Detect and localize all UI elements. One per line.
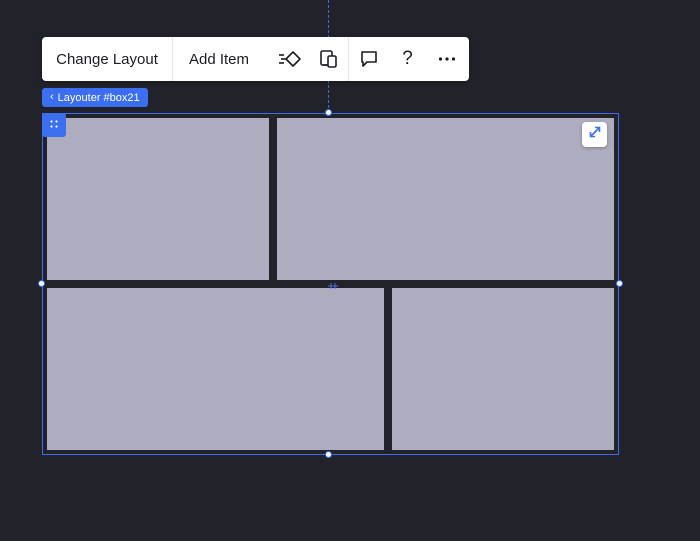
drag-handle[interactable] [42,113,66,137]
floating-toolbar: Change Layout Add Item ? [42,37,469,81]
comment-button[interactable] [349,37,388,81]
layouter-cell[interactable] [277,118,614,280]
breadcrumb[interactable]: ‹ Layouter #box21 [42,88,148,107]
resize-handle-bottom[interactable] [325,451,332,458]
help-button[interactable]: ? [388,37,427,81]
resize-handle-top[interactable] [325,109,332,116]
help-icon: ? [402,48,413,69]
animation-icon [278,49,302,69]
layouter-cell[interactable] [47,118,269,280]
breadcrumb-label: Layouter #box21 [57,91,140,104]
responsive-devices-button[interactable] [309,37,348,81]
expand-arrows-icon [588,125,602,144]
change-layout-button[interactable]: Change Layout [42,37,172,81]
add-item-button[interactable]: Add Item [173,37,265,81]
layouter-cell[interactable] [47,288,384,450]
resize-handle-left[interactable] [38,280,45,287]
responsive-devices-icon [319,49,339,69]
center-marker-icon [326,278,340,289]
comment-icon [359,49,379,69]
expand-button[interactable] [582,122,607,147]
animation-button[interactable] [270,37,309,81]
more-icon [438,56,456,62]
layouter-cell[interactable] [392,288,614,450]
resize-handle-right[interactable] [616,280,623,287]
more-actions-button[interactable] [427,37,466,81]
grip-dots-icon [49,116,59,134]
chevron-left-icon: ‹ [50,91,54,103]
